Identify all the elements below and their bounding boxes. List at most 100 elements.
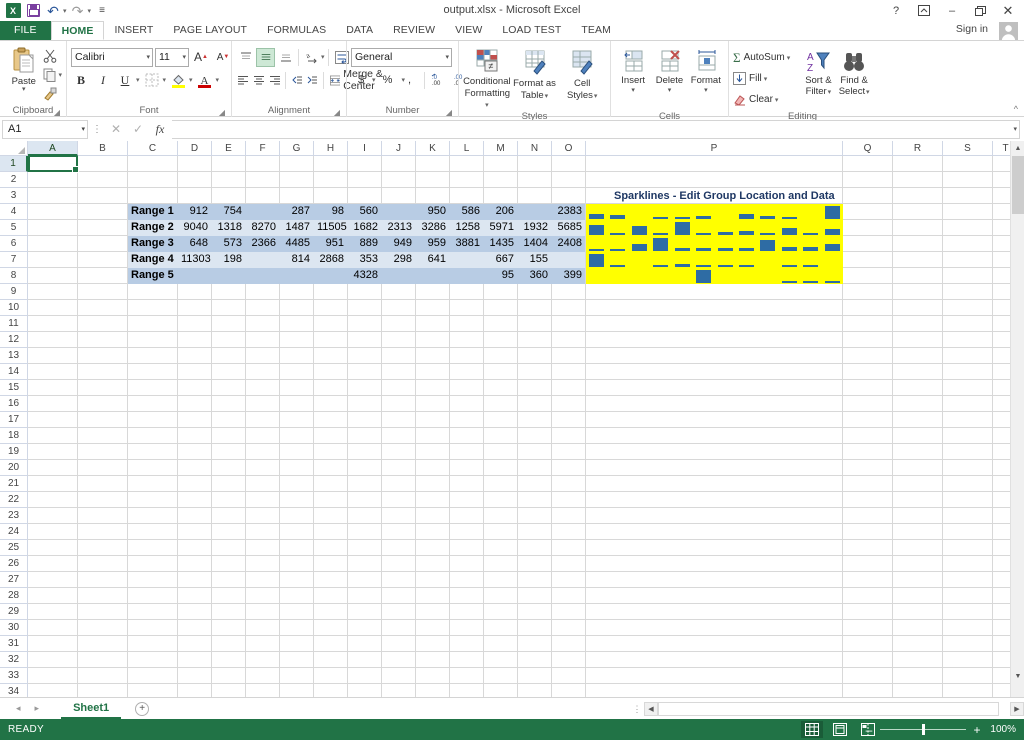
row-header-25[interactable]: 25 (0, 540, 28, 556)
restore-button[interactable] (966, 1, 994, 21)
data-cell[interactable] (552, 252, 585, 268)
conditional-formatting-button[interactable]: ≠ Conditional Formatting ▾ (463, 45, 511, 111)
underline-caret[interactable]: ▾ (136, 76, 140, 84)
normal-view-icon[interactable] (801, 721, 823, 738)
tab-formulas[interactable]: FORMULAS (257, 21, 336, 40)
scroll-left-icon[interactable]: ◀ (644, 702, 658, 716)
font-dialog-launcher[interactable]: ◢ (219, 108, 225, 117)
data-cell[interactable]: 959 (416, 236, 449, 252)
row-header-14[interactable]: 14 (0, 364, 28, 380)
data-cell[interactable]: 586 (450, 204, 483, 220)
sort-filter-button[interactable]: A Z Sort & Filter ▾ (801, 45, 837, 111)
row-header-4[interactable]: 4 (0, 204, 28, 220)
delete-cells-button[interactable]: Delete ▾ (651, 45, 687, 111)
currency-icon[interactable]: $ (351, 71, 371, 90)
close-button[interactable]: ✕ (994, 1, 1022, 21)
active-cell-A1[interactable] (28, 156, 79, 173)
fill-color-icon[interactable] (168, 70, 188, 90)
data-cell[interactable] (518, 204, 551, 220)
ribbon-display-options-icon[interactable] (910, 1, 938, 21)
row-header-9[interactable]: 9 (0, 284, 28, 300)
data-cell[interactable]: 573 (212, 236, 245, 252)
row-header-18[interactable]: 18 (0, 428, 28, 444)
range-label[interactable]: Range 3 (128, 236, 178, 252)
scroll-right-icon[interactable]: ▶ (1010, 702, 1024, 716)
find-select-button[interactable]: Find & Select ▾ (836, 45, 872, 111)
data-cell[interactable]: 298 (382, 252, 415, 268)
data-cell[interactable]: 4485 (280, 236, 313, 252)
row-header-19[interactable]: 19 (0, 444, 28, 460)
data-cell[interactable] (280, 268, 313, 284)
customize-quick-access-icon[interactable]: ≡ (93, 2, 111, 20)
cell-area[interactable]: Sparklines - Edit Group Location and Dat… (28, 156, 1024, 697)
align-left-icon[interactable] (236, 71, 251, 90)
zoom-slider-thumb[interactable] (922, 724, 925, 735)
row-header-24[interactable]: 24 (0, 524, 28, 540)
redo-icon[interactable]: ↷ (69, 2, 87, 20)
scroll-split-handle[interactable]: ⋮ (630, 704, 644, 715)
undo-dropdown-caret[interactable]: ▾ (63, 7, 67, 15)
column-header-C[interactable]: C (128, 141, 178, 156)
tab-file[interactable]: FILE (0, 21, 51, 40)
data-cell[interactable]: 1487 (280, 220, 313, 236)
fill-caret[interactable]: ▾ (764, 75, 768, 83)
bold-button[interactable]: B (71, 70, 91, 90)
tab-review[interactable]: REVIEW (383, 21, 445, 40)
data-cell[interactable]: 399 (552, 268, 585, 284)
page-layout-view-icon[interactable] (829, 721, 851, 738)
align-middle-icon[interactable] (256, 47, 275, 67)
data-cell[interactable]: 1404 (518, 236, 551, 252)
row-header-31[interactable]: 31 (0, 636, 28, 652)
row-header-2[interactable]: 2 (0, 172, 28, 188)
row-header-29[interactable]: 29 (0, 604, 28, 620)
data-cell[interactable]: 814 (280, 252, 313, 268)
decrease-indent-icon[interactable] (289, 71, 304, 90)
row-header-10[interactable]: 10 (0, 300, 28, 316)
increase-font-size-icon[interactable]: A ▲ (191, 47, 211, 67)
data-cell[interactable]: 9040 (178, 220, 211, 236)
row-header-13[interactable]: 13 (0, 348, 28, 364)
zoom-out-icon[interactable]: – (864, 723, 874, 737)
data-cell[interactable]: 667 (484, 252, 517, 268)
format-painter-button[interactable] (43, 86, 62, 102)
number-format-combo[interactable]: General ▾ (351, 47, 452, 67)
column-header-I[interactable]: I (348, 141, 382, 156)
data-cell[interactable]: 4328 (348, 268, 381, 284)
data-cell[interactable]: 5685 (552, 220, 585, 236)
row-header-27[interactable]: 27 (0, 572, 28, 588)
data-cell[interactable]: 360 (518, 268, 551, 284)
next-sheet-icon[interactable]: ▸ (35, 703, 40, 714)
autosum-caret[interactable]: ▾ (787, 54, 791, 62)
vertical-scroll-thumb[interactable] (1012, 156, 1024, 214)
align-bottom-icon[interactable] (276, 48, 295, 67)
data-cell[interactable]: 2868 (314, 252, 347, 268)
data-cell[interactable]: 912 (178, 204, 211, 220)
data-cell[interactable]: 1435 (484, 236, 517, 252)
data-cell[interactable] (246, 268, 279, 284)
data-cell[interactable]: 1932 (518, 220, 551, 236)
clear-button[interactable]: Clear ▾ (733, 90, 801, 109)
help-icon[interactable]: ? (882, 1, 910, 21)
vertical-scrollbar[interactable]: ▲ ▼ (1010, 141, 1024, 697)
data-cell[interactable]: 3881 (450, 236, 483, 252)
number-format-caret[interactable]: ▾ (442, 53, 449, 61)
minimize-button[interactable]: – (938, 1, 966, 21)
column-header-D[interactable]: D (178, 141, 212, 156)
column-header-G[interactable]: G (280, 141, 314, 156)
tab-insert[interactable]: INSERT (104, 21, 163, 40)
redo-dropdown-caret[interactable]: ▾ (88, 7, 92, 15)
row-header-12[interactable]: 12 (0, 332, 28, 348)
font-name-combo[interactable]: Calibri ▾ (71, 47, 153, 67)
data-cell[interactable]: 2383 (552, 204, 585, 220)
data-cell[interactable]: 560 (348, 204, 381, 220)
currency-caret[interactable]: ▾ (372, 76, 376, 84)
number-dialog-launcher[interactable]: ◢ (446, 108, 452, 117)
column-header-Q[interactable]: Q (843, 141, 893, 156)
find-select-caret[interactable]: ▾ (864, 89, 870, 96)
column-header-O[interactable]: O (552, 141, 586, 156)
clipboard-dialog-launcher[interactable]: ◢ (54, 108, 60, 117)
data-cell[interactable] (212, 268, 245, 284)
percent-icon[interactable]: % (378, 71, 398, 90)
borders-caret[interactable]: ▾ (163, 76, 167, 84)
horizontal-scroll-track[interactable] (658, 702, 999, 716)
